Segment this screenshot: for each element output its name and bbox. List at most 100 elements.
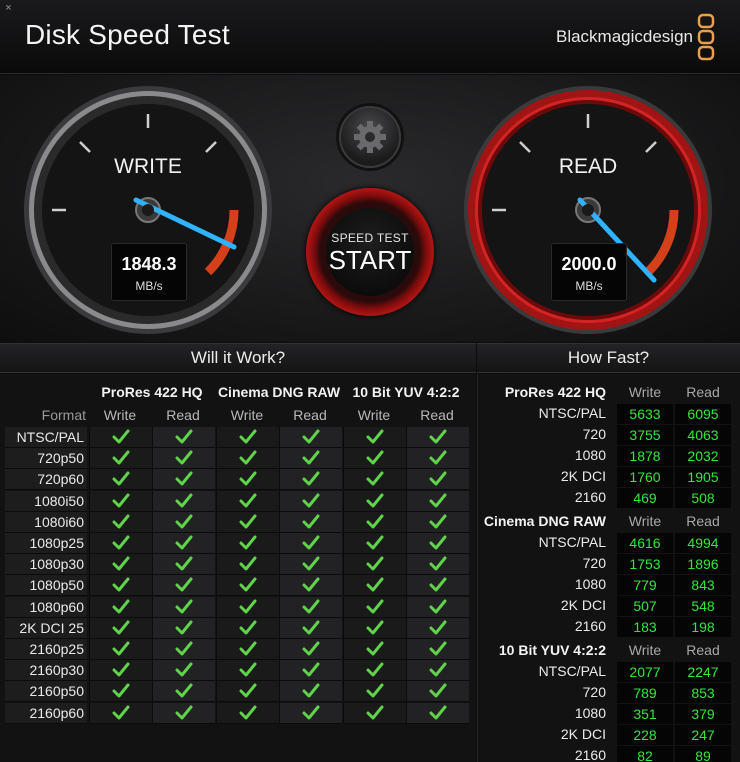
resolution-label: 1080 <box>574 705 606 721</box>
result-cell <box>89 617 152 639</box>
check-icon <box>112 620 130 635</box>
check-icon <box>302 429 320 444</box>
check-icon <box>429 535 447 550</box>
check-icon <box>239 556 257 571</box>
check-icon <box>239 535 257 550</box>
check-icon <box>429 471 447 486</box>
read-fps-value: 379 <box>675 704 731 724</box>
section-name: 10 Bit YUV 4:2:2 <box>498 642 606 658</box>
settings-button[interactable] <box>339 106 401 168</box>
result-cell <box>343 448 406 470</box>
result-cell <box>89 681 152 703</box>
format-label: 1080p60 <box>5 596 87 618</box>
format-label: 1080p25 <box>5 533 87 554</box>
write-gauge-label: WRITE <box>114 155 182 178</box>
table-row: 2K DCI 1760 1905 <box>478 466 740 487</box>
check-icon <box>302 556 320 571</box>
resolution-label: 2160 <box>574 747 606 762</box>
resolution-label: 2160 <box>574 489 606 505</box>
section-header: Cinema DNG RAW Write Read <box>478 510 740 532</box>
write-column-header: Write <box>628 384 662 400</box>
check-icon <box>112 556 130 571</box>
check-icon <box>429 662 447 677</box>
result-cell <box>406 617 469 639</box>
table-row: NTSC/PAL 2077 2247 <box>478 661 740 682</box>
check-icon <box>175 556 193 571</box>
check-icon <box>429 577 447 592</box>
check-icon <box>112 535 130 550</box>
read-speed-value: 2000.0 <box>561 254 617 274</box>
read-fps-value: 843 <box>675 575 731 595</box>
check-icon <box>429 599 447 614</box>
format-label: 720p60 <box>5 469 87 491</box>
resolution-label: 720 <box>582 426 606 442</box>
group-header: Cinema DNG RAW <box>217 384 341 400</box>
check-icon <box>302 471 320 486</box>
result-cell <box>89 533 152 554</box>
result-cell <box>89 427 152 448</box>
section-header: 10 Bit YUV 4:2:2 Write Read <box>478 639 740 661</box>
check-icon <box>366 471 384 486</box>
table-row: 720 789 853 <box>478 682 740 703</box>
check-icon <box>366 514 384 529</box>
result-cell <box>279 681 342 703</box>
result-cell <box>216 533 279 554</box>
read-fps-value: 1896 <box>675 554 731 574</box>
resolution-label: NTSC/PAL <box>538 534 606 550</box>
check-icon <box>429 641 447 656</box>
check-icon <box>366 705 384 720</box>
check-icon <box>366 620 384 635</box>
close-icon[interactable]: × <box>3 3 14 14</box>
check-icon <box>175 662 193 677</box>
result-cell <box>406 511 469 533</box>
write-fps-value: 82 <box>617 746 673 762</box>
start-button-face: SPEED TEST START <box>326 208 414 296</box>
table-row: 2K DCI 507 548 <box>478 595 740 616</box>
how-fast-table: ProRes 422 HQ Write Read NTSC/PAL 5633 6095 72… <box>477 374 740 762</box>
result-cell <box>279 660 342 682</box>
read-fps-value: 247 <box>675 725 731 745</box>
result-cell <box>89 490 152 512</box>
result-cell <box>216 490 279 512</box>
result-cell <box>216 681 279 703</box>
write-fps-value: 469 <box>617 488 673 508</box>
read-fps-value: 853 <box>675 683 731 703</box>
check-icon <box>112 471 130 486</box>
result-cell <box>406 533 469 554</box>
result-cell <box>279 554 342 576</box>
read-column-header: Read <box>293 407 327 423</box>
result-cell <box>216 427 279 448</box>
result-cell <box>152 448 215 470</box>
result-cell <box>152 511 215 533</box>
check-icon <box>429 705 447 720</box>
check-icon <box>302 620 320 635</box>
check-icon <box>429 556 447 571</box>
table-row: 1080 1878 2032 <box>478 445 740 466</box>
table-row: 2160 183 198 <box>478 616 740 637</box>
check-icon <box>302 705 320 720</box>
group-header: 10 Bit YUV 4:2:2 <box>352 384 460 400</box>
read-fps-value: 198 <box>675 617 731 637</box>
table-row: 720p60 <box>5 469 469 491</box>
section-name: ProRes 422 HQ <box>504 384 606 400</box>
check-icon <box>239 450 257 465</box>
how-fast-header: How Fast? <box>477 343 740 373</box>
result-cell <box>406 575 469 597</box>
write-column-header: Write <box>628 513 662 529</box>
write-fps-value: 351 <box>617 704 673 724</box>
check-icon <box>429 493 447 508</box>
check-icon <box>112 450 130 465</box>
table-row: 1080p25 <box>5 533 469 554</box>
result-cell <box>89 660 152 682</box>
check-icon <box>429 450 447 465</box>
result-cell <box>152 554 215 576</box>
resolution-label: NTSC/PAL <box>538 663 606 679</box>
check-icon <box>239 493 257 508</box>
result-cell <box>216 596 279 618</box>
resolution-label: NTSC/PAL <box>538 405 606 421</box>
start-button[interactable]: SPEED TEST START <box>306 188 434 316</box>
result-cell <box>406 469 469 491</box>
check-icon <box>429 683 447 698</box>
result-cell <box>343 554 406 576</box>
format-label: 2160p50 <box>5 681 87 703</box>
